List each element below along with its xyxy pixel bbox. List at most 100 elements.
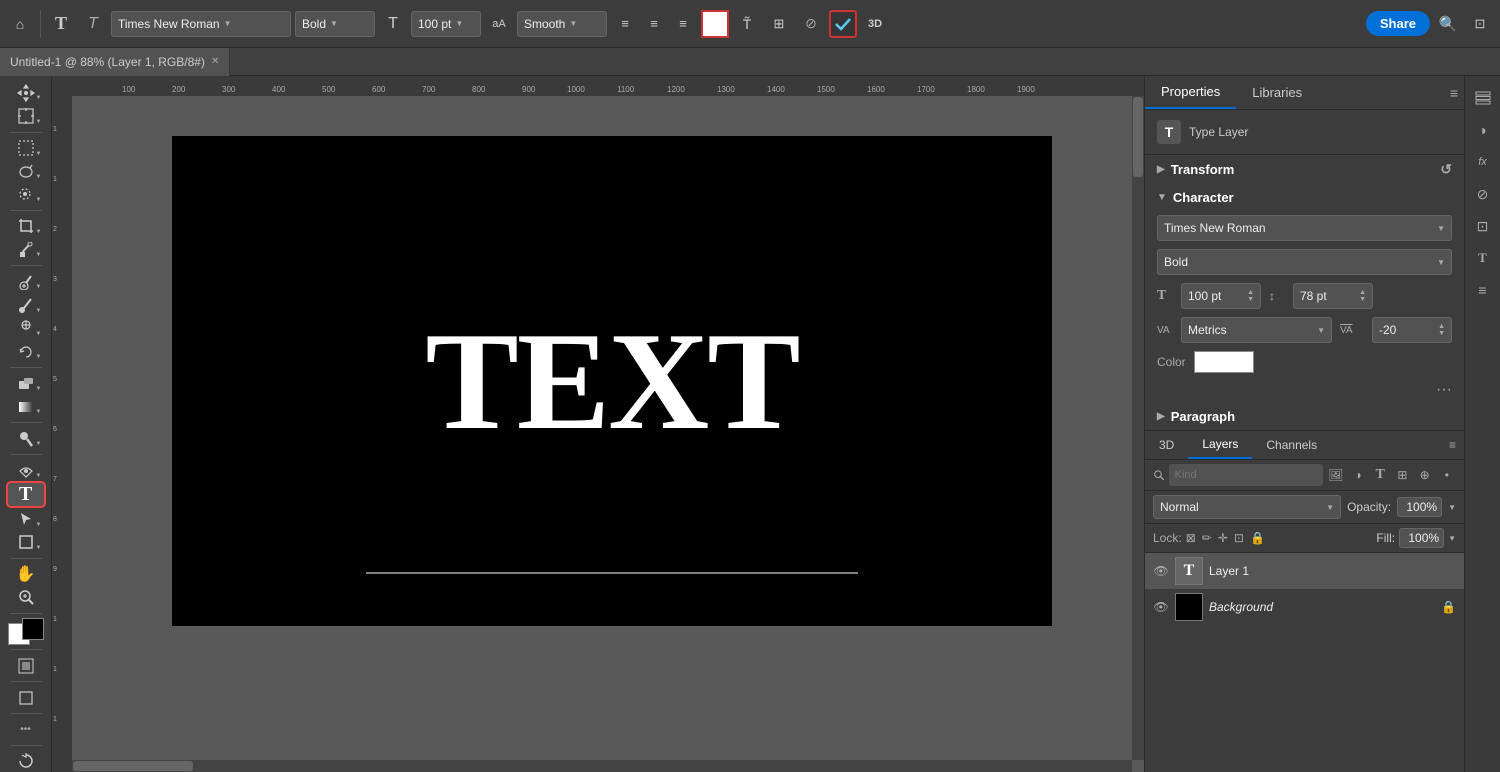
expand-button[interactable]: ⊡ xyxy=(1466,10,1494,38)
opacity-dropdown-arrow[interactable]: ▼ xyxy=(1448,503,1456,512)
toggle-char-para-button[interactable]: ⊞ xyxy=(765,10,793,38)
leading-arrows[interactable]: ▲ ▼ xyxy=(1359,289,1366,303)
color-swatch[interactable] xyxy=(1194,351,1254,373)
lock-artboard-icon[interactable]: ⊡ xyxy=(1234,531,1244,545)
layer1-visibility-toggle[interactable]: 👁 xyxy=(1153,563,1169,579)
font-size-input[interactable]: 100 pt ▲ ▼ xyxy=(1181,283,1261,309)
fill-input[interactable] xyxy=(1399,528,1444,548)
font-size-arrows[interactable]: ▲ ▼ xyxy=(1247,289,1254,303)
path-select-tool[interactable]: ▼ xyxy=(8,508,44,529)
rotate-canvas-button[interactable] xyxy=(8,751,44,772)
font-family-dropdown[interactable]: Times New Roman ▼ xyxy=(111,11,291,37)
layers-tab[interactable]: Layers xyxy=(1188,431,1252,459)
character-font-style-dropdown[interactable]: Bold ▼ xyxy=(1157,249,1452,275)
background-visibility-toggle[interactable]: 👁 xyxy=(1153,599,1169,615)
align-center-button[interactable]: ≡ xyxy=(640,10,668,38)
font-style-dropdown[interactable]: Bold ▼ xyxy=(295,11,375,37)
hand-tool[interactable]: ✋ xyxy=(8,563,44,584)
layer-adjustment-filter-icon[interactable]: ◑ xyxy=(1349,464,1367,486)
channels-tab[interactable]: Channels xyxy=(1252,432,1331,458)
type-tool2-icon[interactable]: T xyxy=(79,10,107,38)
background-color[interactable] xyxy=(22,618,44,640)
move-tool[interactable]: ▼ xyxy=(8,82,44,103)
warp-text-button[interactable]: T̃ xyxy=(733,10,761,38)
lock-pixels-icon[interactable]: ✏ xyxy=(1202,531,1212,545)
layers-search-input[interactable] xyxy=(1169,464,1323,486)
panel-menu-button[interactable]: ≡ xyxy=(1444,79,1464,107)
layers-panel-menu[interactable]: ≡ xyxy=(1441,434,1464,456)
screen-mode-button[interactable] xyxy=(8,687,44,708)
fill-dropdown-arrow[interactable]: ▼ xyxy=(1448,534,1456,543)
more-tools-button[interactable]: ••• xyxy=(8,719,44,740)
quick-select-tool[interactable]: ▼ xyxy=(8,184,44,205)
artboard-tool[interactable]: ▼ xyxy=(8,105,44,126)
canvas-container[interactable]: TEXT xyxy=(72,96,1144,772)
font-size-down-arrow[interactable]: ▼ xyxy=(1247,296,1254,303)
strip-smartobj-icon[interactable]: ⊡ xyxy=(1469,212,1497,240)
home-button[interactable]: ⌂ xyxy=(6,10,34,38)
lasso-tool[interactable]: ▼ xyxy=(8,161,44,182)
opacity-input[interactable] xyxy=(1397,497,1442,517)
transform-reset-button[interactable]: ↺ xyxy=(1440,161,1452,178)
leading-down-arrow[interactable]: ▼ xyxy=(1359,296,1366,303)
spot-heal-tool[interactable]: ▼ xyxy=(8,271,44,292)
brush-tool[interactable]: ▼ xyxy=(8,294,44,315)
libraries-tab[interactable]: Libraries xyxy=(1236,77,1318,108)
layer-smart-filter-icon[interactable]: ⊕ xyxy=(1416,464,1434,486)
blend-mode-dropdown[interactable]: Normal ▼ xyxy=(1153,495,1341,519)
layer-type-filter-icon[interactable]: 🖼 xyxy=(1327,464,1345,486)
share-button[interactable]: Share xyxy=(1366,11,1430,36)
tracking-up-arrow[interactable]: ▲ xyxy=(1438,323,1445,330)
font-size-up-arrow[interactable]: ▲ xyxy=(1247,289,1254,296)
transform-section-title[interactable]: ▶ Transform ↺ xyxy=(1145,155,1464,184)
strip-adjust-icon[interactable]: ◑ xyxy=(1469,116,1497,144)
vertical-scrollbar[interactable] xyxy=(1132,96,1144,760)
clone-tool[interactable]: ▼ xyxy=(8,318,44,339)
search-button[interactable]: 🔍 xyxy=(1434,10,1462,38)
properties-tab[interactable]: Properties xyxy=(1145,76,1236,109)
tracking-input[interactable]: -20 ▲ ▼ xyxy=(1372,317,1452,343)
strip-layers-icon[interactable] xyxy=(1469,84,1497,112)
3d-button[interactable]: 3D xyxy=(861,10,889,38)
gradient-tool[interactable]: ▼ xyxy=(8,396,44,417)
type-tool[interactable]: T xyxy=(8,483,44,506)
dodge-tool[interactable]: ▼ xyxy=(8,428,44,449)
crop-tool[interactable]: ▼ xyxy=(8,216,44,237)
font-size-dropdown[interactable]: 100 pt ▼ xyxy=(411,11,481,37)
leading-up-arrow[interactable]: ▲ xyxy=(1359,289,1366,296)
leading-input[interactable]: 78 pt ▲ ▼ xyxy=(1293,283,1373,309)
vertical-scrollbar-thumb[interactable] xyxy=(1133,97,1143,177)
eraser-tool[interactable]: ▼ xyxy=(8,373,44,394)
lock-transparent-icon[interactable]: ⊠ xyxy=(1186,531,1196,545)
lock-all-icon[interactable]: 🔒 xyxy=(1250,531,1265,545)
layer-shape-filter-icon[interactable]: ⊞ xyxy=(1393,464,1411,486)
strip-arrange-icon[interactable]: ≡ xyxy=(1469,276,1497,304)
tracking-arrows[interactable]: ▲ ▼ xyxy=(1438,323,1445,337)
strip-fx-icon[interactable]: fx xyxy=(1469,148,1497,176)
layer-pixel-filter-icon[interactable]: • xyxy=(1438,464,1456,486)
commit-edits-button[interactable] xyxy=(829,10,857,38)
3d-tab[interactable]: 3D xyxy=(1145,432,1188,458)
zoom-tool[interactable] xyxy=(8,587,44,608)
shape-tool[interactable]: ▼ xyxy=(8,532,44,553)
layer-item-layer1[interactable]: 👁 T Layer 1 xyxy=(1145,553,1464,589)
strip-mask-icon[interactable]: ⊘ xyxy=(1469,180,1497,208)
text-color-swatch[interactable] xyxy=(701,10,729,38)
strip-type-icon[interactable]: T xyxy=(1469,244,1497,272)
document-tab-close[interactable]: ✕ xyxy=(211,56,219,67)
canvas-document[interactable]: TEXT xyxy=(172,136,1052,626)
document-tab[interactable]: Untitled-1 @ 88% (Layer 1, RGB/8#) ✕ xyxy=(0,48,230,76)
horizontal-scrollbar-thumb[interactable] xyxy=(73,761,193,771)
cancel-edits-button[interactable]: ⊘ xyxy=(797,10,825,38)
align-left-button[interactable]: ≡ xyxy=(611,10,639,38)
anti-alias-dropdown[interactable]: Smooth ▼ xyxy=(517,11,607,37)
layer-type-text-filter-icon[interactable]: T xyxy=(1371,464,1389,486)
align-right-button[interactable]: ≡ xyxy=(669,10,697,38)
marquee-tool[interactable]: ▼ xyxy=(8,137,44,158)
horizontal-scrollbar[interactable] xyxy=(72,760,1132,772)
more-options-button[interactable]: ··· xyxy=(1145,377,1464,403)
layer-item-background[interactable]: 👁 Background 🔒 xyxy=(1145,589,1464,625)
history-brush-tool[interactable]: ▼ xyxy=(8,341,44,362)
character-section-title[interactable]: ▼ Character xyxy=(1145,184,1464,211)
character-font-family-dropdown[interactable]: Times New Roman ▼ xyxy=(1157,215,1452,241)
